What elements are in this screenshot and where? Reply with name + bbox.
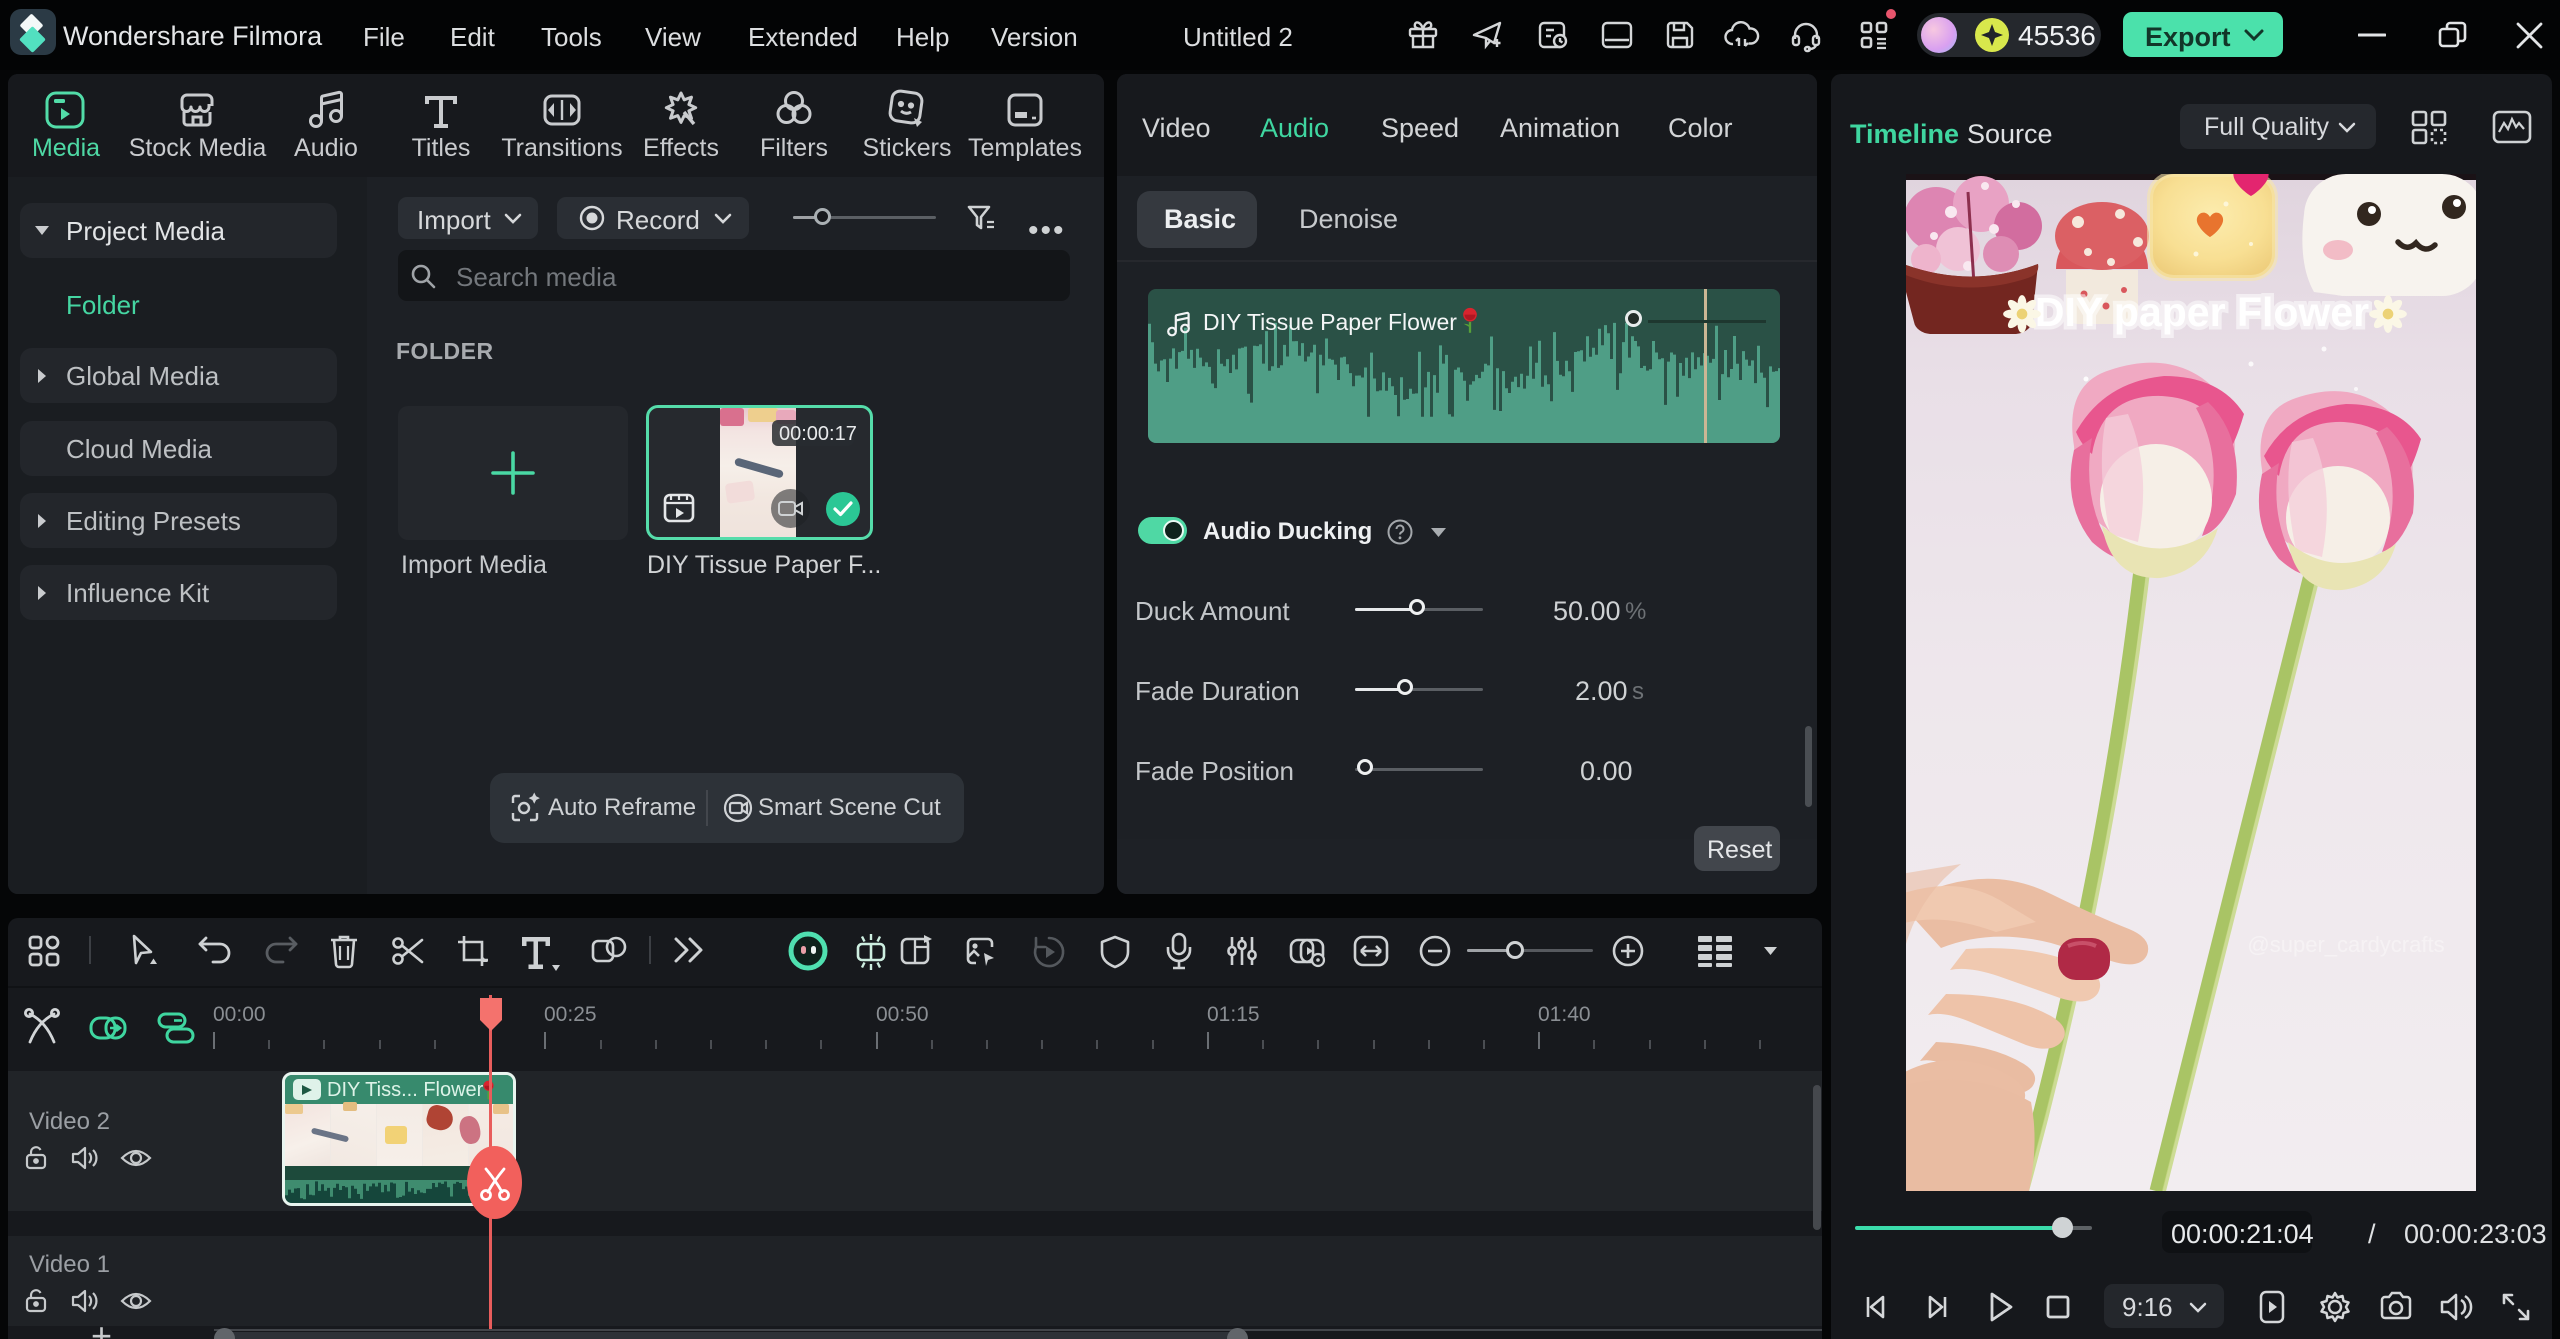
- svg-text:@super_cardycrafts: @super_cardycrafts: [2247, 932, 2444, 957]
- svg-text:DIY paper Flower: DIY paper Flower: [2035, 289, 2369, 335]
